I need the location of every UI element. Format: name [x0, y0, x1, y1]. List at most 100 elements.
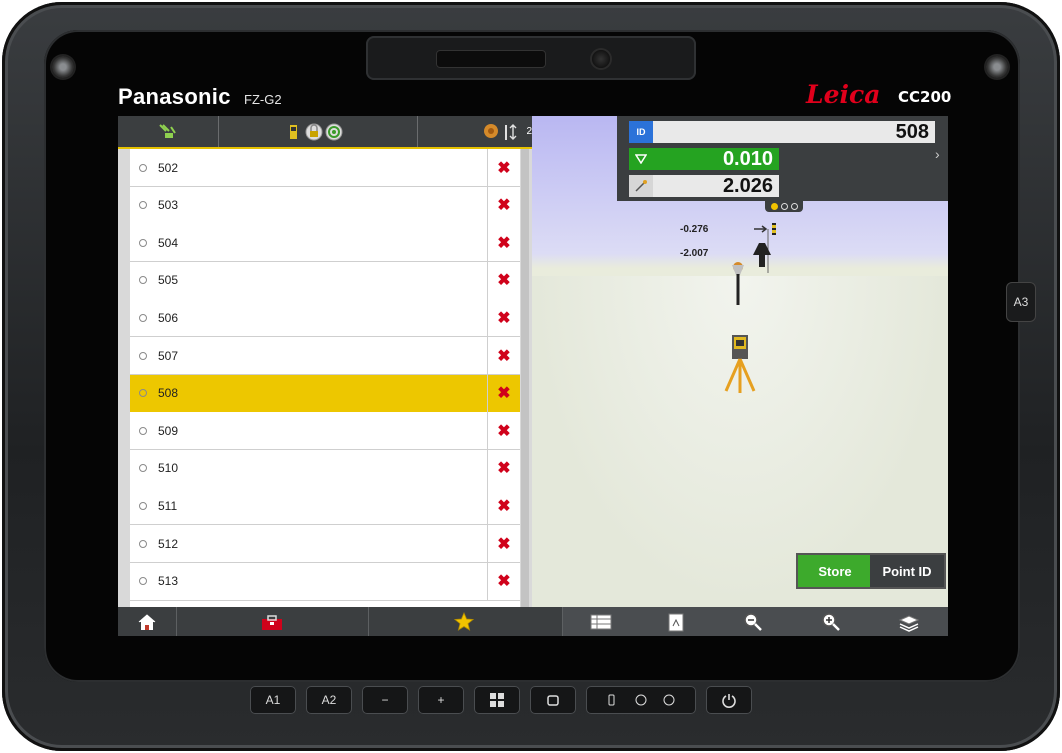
- zoom-out-button[interactable]: [714, 607, 793, 636]
- gnss-antenna-icon: [159, 123, 176, 138]
- point-bullet-icon: [139, 464, 147, 473]
- distance-value: 0.010: [653, 148, 779, 170]
- hardware-button-row: A1 A2 − +: [250, 686, 752, 716]
- document-icon: [668, 613, 684, 631]
- point-bullet-icon: [139, 389, 147, 398]
- list-item[interactable]: 510 ✖: [130, 449, 520, 488]
- home-icon: [138, 613, 156, 630]
- status-leds-icon: [608, 694, 675, 706]
- page-dot: [790, 203, 798, 210]
- delete-icon[interactable]: ✖: [487, 299, 520, 337]
- point-id-value: 508: [653, 121, 935, 143]
- point-id-label: 511: [158, 498, 178, 513]
- distance-row: 0.010: [629, 148, 779, 170]
- a3-side-button[interactable]: A3: [1006, 282, 1036, 322]
- page-dot: [770, 203, 778, 210]
- list-item[interactable]: 502 ✖: [130, 149, 520, 187]
- delete-icon[interactable]: ✖: [487, 149, 520, 186]
- point-id-button[interactable]: Point ID: [870, 553, 946, 589]
- delete-icon[interactable]: ✖: [487, 412, 520, 450]
- layers-button[interactable]: [870, 607, 948, 636]
- status-leds: [586, 686, 696, 714]
- list-item[interactable]: 511 ✖: [130, 487, 520, 526]
- id-icon: ID: [629, 121, 653, 143]
- toolbox-button[interactable]: [176, 607, 369, 636]
- stakeout-info-panel: ID 508 0.010 2.026 ›: [617, 116, 948, 201]
- zoom-out-icon: [744, 612, 762, 631]
- a1-button[interactable]: A1: [250, 686, 296, 714]
- list-item[interactable]: 508 ✖: [130, 374, 520, 413]
- camera-lens-icon: [592, 50, 610, 68]
- gnss-status-cell[interactable]: [118, 116, 219, 147]
- rotate-icon: [547, 695, 559, 706]
- point-bullet-icon: [139, 201, 147, 210]
- table-view-button[interactable]: [562, 607, 640, 636]
- windows-icon: [490, 693, 504, 707]
- list-item[interactable]: 505 ✖: [130, 261, 520, 300]
- chevron-right-icon[interactable]: ›: [935, 146, 940, 162]
- power-icon: [722, 694, 736, 708]
- pole-height-icon: [629, 175, 653, 197]
- delete-icon[interactable]: ✖: [487, 224, 520, 262]
- app-screen: 2.000 502✖503✖504✖505✖506✖507✖508✖509✖51…: [118, 116, 948, 636]
- list-item[interactable]: 504 ✖: [130, 224, 520, 263]
- list-item[interactable]: 512 ✖: [130, 525, 520, 563]
- screw-icon: [986, 56, 1008, 78]
- point-bullet-icon: [139, 577, 147, 586]
- volume-down-button[interactable]: −: [362, 686, 408, 714]
- favorite-star-icon: [454, 611, 474, 631]
- document-button[interactable]: [638, 607, 715, 636]
- zoom-in-button[interactable]: [792, 607, 871, 636]
- offset-cross-value: -0.276: [680, 224, 709, 235]
- list-item[interactable]: 506 ✖: [130, 299, 520, 338]
- power-button[interactable]: [706, 686, 752, 714]
- point-id-label: 509: [158, 423, 179, 438]
- bottom-toolbar: [118, 607, 948, 636]
- sensor-slot: [436, 50, 546, 68]
- delete-icon[interactable]: ✖: [487, 562, 520, 600]
- list-item[interactable]: 509 ✖: [130, 412, 520, 451]
- point-bullet-icon: [139, 539, 147, 548]
- delete-icon[interactable]: ✖: [487, 449, 520, 487]
- instrument-status-cell[interactable]: [219, 116, 418, 147]
- list-scrollbar[interactable]: [521, 149, 529, 607]
- zoom-in-icon: [822, 612, 840, 631]
- page-indicator[interactable]: [765, 201, 803, 212]
- windows-button[interactable]: [474, 686, 520, 714]
- point-bullet-icon: [139, 276, 147, 285]
- camera-module: [366, 36, 696, 80]
- store-button[interactable]: Store: [796, 553, 874, 589]
- triangle-down-icon: [629, 148, 653, 170]
- delete-icon[interactable]: ✖: [487, 337, 520, 374]
- volume-up-button[interactable]: +: [418, 686, 464, 714]
- height-row: 2.026: [629, 175, 779, 197]
- point-id-label: 508: [158, 386, 179, 401]
- a2-button[interactable]: A2: [306, 686, 352, 714]
- favorites-button[interactable]: [368, 607, 560, 636]
- delete-icon[interactable]: ✖: [487, 487, 520, 525]
- leica-logo: Leica: [806, 80, 881, 109]
- point-id-label: 512: [158, 536, 179, 551]
- brand-label: Panasonic: [118, 84, 231, 109]
- point-id-row: ID 508: [629, 121, 935, 143]
- prism-height-icon: [484, 123, 517, 140]
- delete-icon[interactable]: ✖: [487, 525, 520, 562]
- layers-icon: [898, 614, 920, 632]
- home-button[interactable]: [118, 607, 177, 636]
- delete-icon[interactable]: ✖: [487, 261, 520, 299]
- height-value: 2.026: [653, 175, 779, 197]
- delete-icon[interactable]: ✖: [487, 374, 520, 412]
- product-label: CC200: [898, 88, 952, 106]
- point-id-label: 503: [158, 198, 179, 213]
- delete-icon[interactable]: ✖: [487, 186, 520, 224]
- instrument-lock-icon: [290, 123, 343, 140]
- point-list-panel: 502 ✖ 503 ✖ 504 ✖ 505 ✖ 506 ✖ 507 ✖ 508 ✖ 509 ✖ 510 ✖ 511 ✖…: [118, 149, 532, 607]
- rotate-button[interactable]: [530, 686, 576, 714]
- page-dot: [780, 203, 788, 210]
- point-list[interactable]: 502 ✖ 503 ✖ 504 ✖ 505 ✖ 506 ✖ 507 ✖ 508 ✖ 509 ✖ 510 ✖ 511 ✖…: [130, 149, 520, 607]
- point-id-label: 504: [158, 235, 179, 250]
- list-item[interactable]: 507 ✖: [130, 337, 520, 375]
- list-item[interactable]: 503 ✖: [130, 186, 520, 225]
- point-bullet-icon: [139, 351, 147, 360]
- list-item[interactable]: 513 ✖: [130, 562, 520, 601]
